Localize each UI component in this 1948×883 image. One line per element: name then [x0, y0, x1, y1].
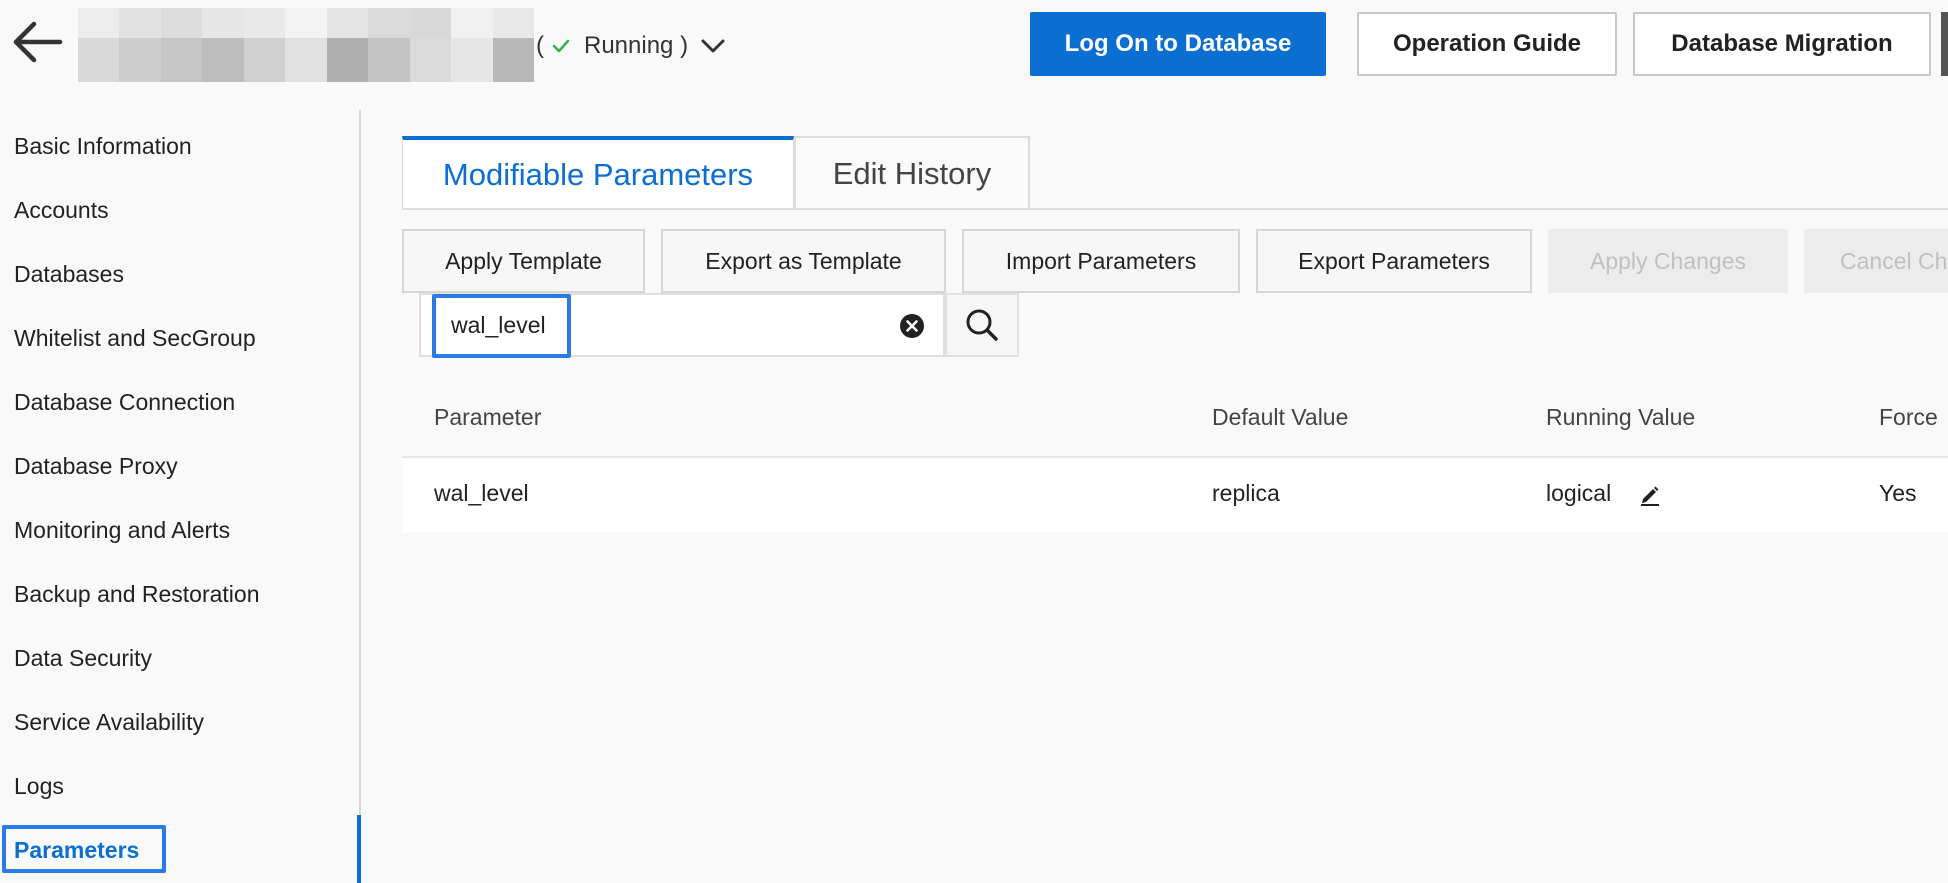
- header-force: Force: [1879, 404, 1938, 430]
- sidebar-item-whitelist[interactable]: Whitelist and SecGroup: [14, 321, 256, 355]
- sidebar-item-basic-information[interactable]: Basic Information: [14, 129, 192, 163]
- status-paren: (: [536, 32, 544, 59]
- database-migration-button[interactable]: Database Migration: [1633, 12, 1931, 76]
- instance-name-redacted: [78, 8, 534, 82]
- sidebar-item-databases[interactable]: Databases: [14, 257, 124, 291]
- header-edge-bar: [1941, 12, 1948, 76]
- search-icon: [966, 309, 998, 341]
- export-as-template-button[interactable]: Export as Template: [661, 229, 946, 293]
- sidebar-item-data-security[interactable]: Data Security: [14, 641, 152, 675]
- apply-template-button[interactable]: Apply Template: [402, 229, 645, 293]
- export-parameters-button[interactable]: Export Parameters: [1256, 229, 1532, 293]
- header-default-value: Default Value: [1212, 404, 1349, 430]
- import-parameters-button[interactable]: Import Parameters: [962, 229, 1240, 293]
- cell-force: Yes: [1879, 480, 1917, 506]
- tab-edit-history[interactable]: Edit History: [794, 136, 1030, 209]
- sidebar-divider: [359, 110, 361, 883]
- log-on-to-database-button[interactable]: Log On to Database: [1030, 12, 1326, 76]
- table-header: Parameter Default Value Running Value Fo…: [402, 384, 1948, 458]
- cell-running-value-wrap: logical: [1546, 480, 1662, 507]
- sidebar-item-logs[interactable]: Logs: [14, 769, 64, 803]
- header-parameter: Parameter: [434, 404, 542, 430]
- sidebar-item-service-availability[interactable]: Service Availability: [14, 705, 204, 739]
- clear-icon[interactable]: [899, 313, 925, 339]
- table-row: wal_level replica logical Yes: [402, 458, 1948, 532]
- instance-status: ( Running ): [536, 28, 726, 64]
- back-arrow-icon[interactable]: [10, 18, 64, 66]
- sidebar-item-accounts[interactable]: Accounts: [14, 193, 109, 227]
- sidebar-active-indicator: [357, 815, 361, 883]
- operation-guide-button[interactable]: Operation Guide: [1357, 12, 1617, 76]
- sidebar-item-database-proxy[interactable]: Database Proxy: [14, 449, 178, 483]
- apply-changes-button[interactable]: Apply Changes: [1548, 229, 1788, 293]
- header-bar: ( Running ) Log On to Database Operation…: [0, 0, 1948, 90]
- cell-default-value: replica: [1212, 480, 1280, 506]
- pencil-icon[interactable]: [1638, 483, 1662, 507]
- cell-parameter: wal_level: [434, 480, 529, 506]
- status-text: Running ): [584, 32, 689, 59]
- search-field: [419, 293, 945, 357]
- parameters-highlight-box: [2, 825, 166, 873]
- cancel-changes-button[interactable]: Cancel Ch: [1804, 229, 1948, 293]
- page: ( Running ) Log On to Database Operation…: [0, 0, 1948, 883]
- parameters-table: Parameter Default Value Running Value Fo…: [402, 384, 1948, 532]
- header-running-value: Running Value: [1546, 404, 1696, 430]
- sidebar-item-backup[interactable]: Backup and Restoration: [14, 577, 260, 611]
- search-button[interactable]: [945, 293, 1019, 357]
- tab-modifiable-parameters[interactable]: Modifiable Parameters: [402, 136, 794, 210]
- tabs-divider: [402, 208, 1948, 210]
- chevron-down-icon[interactable]: [700, 37, 726, 55]
- check-icon: [552, 38, 570, 54]
- search-input[interactable]: [451, 305, 851, 345]
- cell-running-value: logical: [1546, 480, 1612, 506]
- sidebar-item-monitoring[interactable]: Monitoring and Alerts: [14, 513, 230, 547]
- sidebar-item-database-connection[interactable]: Database Connection: [14, 385, 235, 419]
